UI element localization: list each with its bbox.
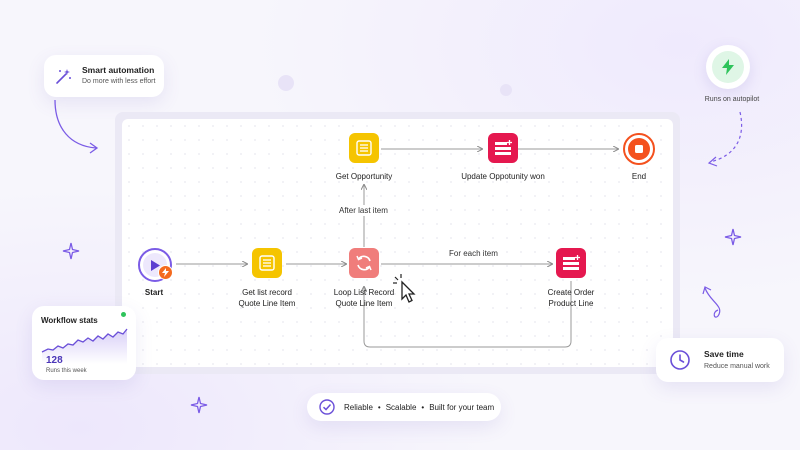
autopilot-label: Runs on autopilot <box>704 96 760 103</box>
stats-value: 128 <box>46 355 63 366</box>
loop-list-record-node[interactable] <box>349 248 379 278</box>
start-bolt-badge <box>158 265 173 280</box>
lightning-icon <box>162 268 169 277</box>
get-list-line1: Get list record <box>242 288 292 297</box>
features-pill: Reliable • Scalable • Built for your tea… <box>307 393 501 421</box>
start-label: Start <box>144 288 164 297</box>
end-inner <box>628 138 650 160</box>
lightning-icon <box>722 59 734 75</box>
save-time-subtitle: Reduce manual work <box>704 363 770 370</box>
workflow-connectors <box>176 119 673 348</box>
feature-scalable: Scalable <box>385 402 417 412</box>
table-plus-icon <box>563 255 580 270</box>
workflow-canvas-inner: Start Get list record Quote Line Item Lo… <box>122 119 673 367</box>
cursor-icon <box>393 274 416 303</box>
decor-circle <box>278 75 294 91</box>
feature-separator: • <box>421 402 425 412</box>
dashed-arrow-icon <box>707 111 743 167</box>
create-order-node[interactable] <box>556 248 586 278</box>
get-opportunity-node[interactable] <box>349 133 379 163</box>
get-list-line2: Quote Line Item <box>238 299 296 308</box>
update-opportunity-label: Update Oppotunity won <box>461 172 545 181</box>
loop-arrow-icon <box>702 286 721 318</box>
update-opportunity-node[interactable] <box>488 133 518 163</box>
autopilot-inner <box>712 51 744 83</box>
save-time-card: Save time Reduce manual work <box>656 338 784 382</box>
create-order-label: Create Order Product Line <box>531 287 611 309</box>
feature-reliable: Reliable <box>344 402 373 412</box>
workflow-canvas: Start Get list record Quote Line Item Lo… <box>115 112 680 374</box>
smart-automation-subtitle: Do more with less effort <box>82 78 156 85</box>
create-order-line1: Create Order <box>547 288 595 297</box>
after-last-item-label: After last item <box>337 205 390 216</box>
stop-icon <box>635 145 643 153</box>
stats-caption: Runs this week <box>46 368 87 374</box>
feature-separator: • <box>377 402 381 412</box>
autopilot-badge <box>706 45 750 89</box>
get-opportunity-label: Get Opportunity <box>335 172 393 181</box>
create-order-line2: Product Line <box>548 299 594 308</box>
stats-status-dot <box>121 312 126 317</box>
list-icon <box>259 255 275 271</box>
table-plus-icon <box>495 140 512 155</box>
sparkle-icon <box>190 396 208 414</box>
magic-wand-icon <box>56 69 71 84</box>
refresh-icon <box>356 255 372 271</box>
end-node[interactable] <box>623 133 655 165</box>
save-time-title: Save time <box>704 349 744 359</box>
get-list-record-node[interactable] <box>252 248 282 278</box>
smart-automation-card: Smart automation Do more with less effor… <box>44 55 164 97</box>
decor-circle <box>500 84 512 96</box>
feature-built-for-team: Built for your team <box>429 402 495 412</box>
sparkle-icon <box>62 242 80 260</box>
check-circle-icon <box>319 399 335 415</box>
for-each-item-label: For each item <box>449 249 498 258</box>
end-label: End <box>631 172 647 181</box>
smart-automation-title: Smart automation <box>82 65 155 75</box>
clock-icon <box>670 350 690 370</box>
workflow-stats-card: Workflow stats 128 Runs this week <box>32 306 136 380</box>
curved-arrow-icon <box>54 99 99 154</box>
get-list-record-label: Get list record Quote Line Item <box>227 287 307 309</box>
list-icon <box>356 140 372 156</box>
sparkle-icon <box>724 228 742 246</box>
